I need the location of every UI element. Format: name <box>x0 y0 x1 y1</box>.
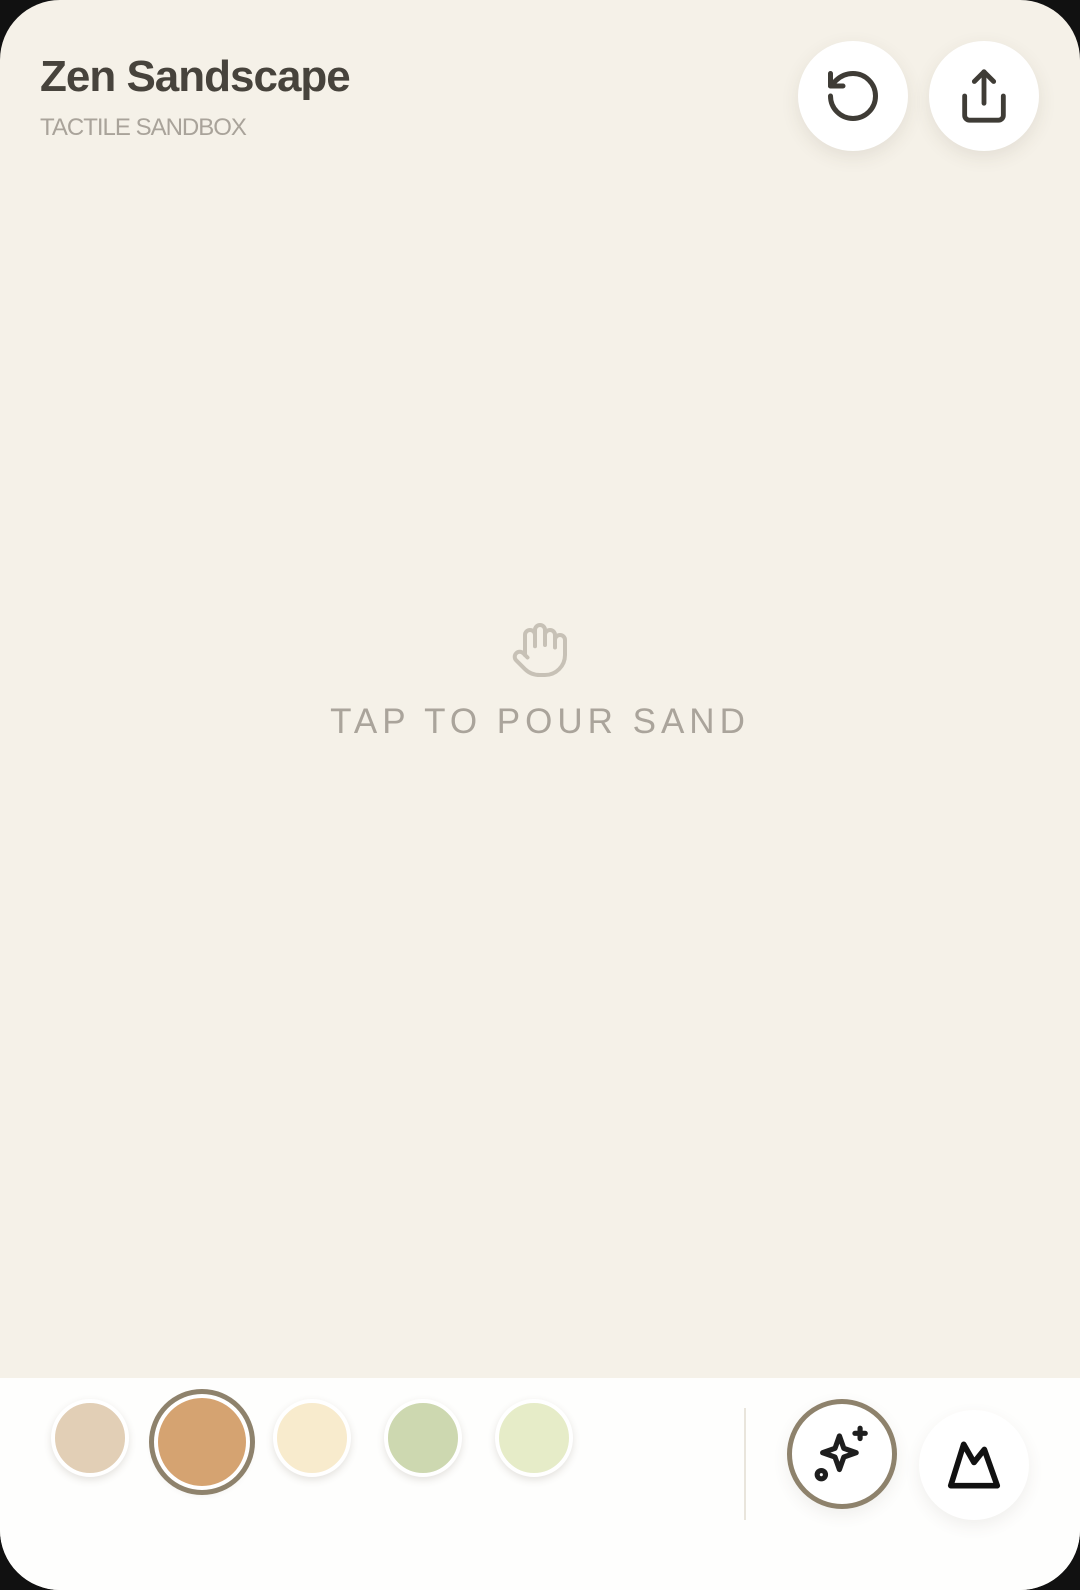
rotate-ccw-icon <box>828 71 878 121</box>
sparkle-tool-button[interactable] <box>787 1399 897 1509</box>
hand-icon <box>512 623 567 677</box>
share-button[interactable] <box>929 41 1039 151</box>
sand-canvas[interactable]: TAP TO POUR SAND <box>0 180 1080 1378</box>
sparkles-icon <box>814 1425 868 1482</box>
mountain-icon <box>947 1441 1001 1489</box>
toolbar-divider <box>744 1408 746 1520</box>
swatch-sand-beige[interactable] <box>51 1399 129 1477</box>
swatch-terracotta[interactable] <box>154 1394 250 1490</box>
bottom-toolbar <box>0 1378 1080 1590</box>
app-title: Zen Sandscape <box>40 52 351 101</box>
pour-hint-text: TAP TO POUR SAND <box>330 702 750 741</box>
app-frame: Zen Sandscape TACTILE SANDBOX TAP TO POU… <box>0 0 1080 1590</box>
swatch-cream[interactable] <box>273 1399 351 1477</box>
header: Zen Sandscape TACTILE SANDBOX <box>0 0 1080 180</box>
pour-hint: TAP TO POUR SAND <box>0 620 1080 742</box>
mountain-tool-button[interactable] <box>919 1410 1029 1520</box>
reset-button[interactable] <box>798 41 908 151</box>
swatch-pale-green[interactable] <box>495 1399 573 1477</box>
swatch-sage[interactable] <box>384 1399 462 1477</box>
app-subtitle: TACTILE SANDBOX <box>40 114 247 141</box>
share-icon <box>962 69 1006 123</box>
